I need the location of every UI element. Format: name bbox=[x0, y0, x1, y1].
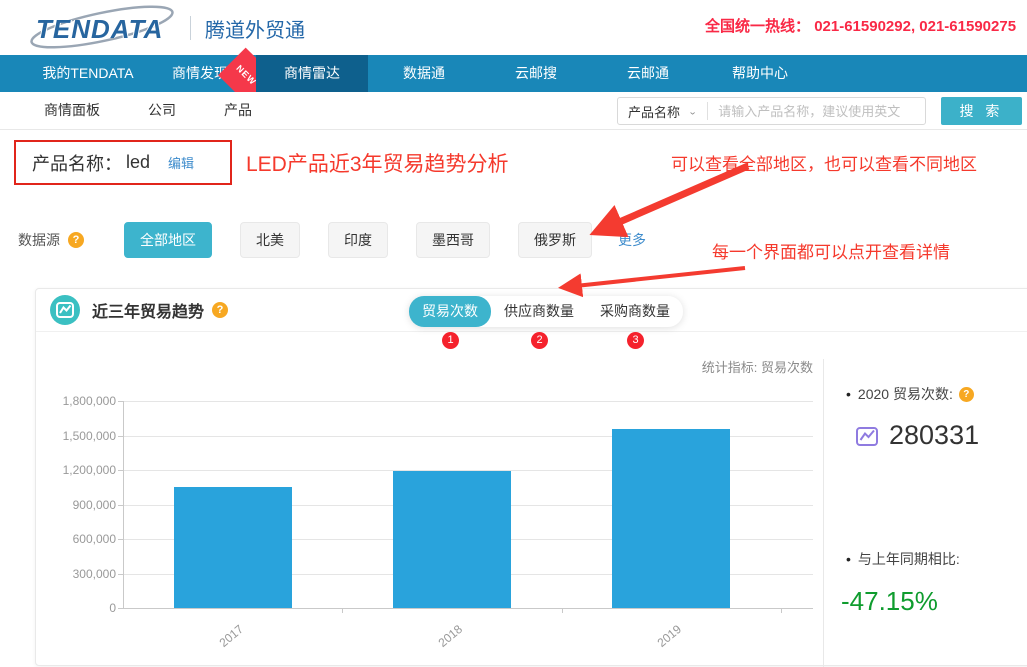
subnav-item-2[interactable]: 产品 bbox=[224, 92, 252, 129]
purple-chart-icon bbox=[854, 423, 880, 449]
annotation-detail-note: 每一个界面都可以点开查看详情 bbox=[712, 238, 950, 263]
y-axis-label: 0 bbox=[36, 601, 116, 615]
nav-item-1[interactable]: 商情发现NEW bbox=[144, 55, 256, 92]
y-axis-label: 300,000 bbox=[36, 567, 116, 581]
bullet-icon: • bbox=[846, 386, 851, 402]
region-button-1[interactable]: 北美 bbox=[240, 222, 300, 258]
hotline-label: 全国统一热线： bbox=[705, 18, 810, 35]
bullet-icon: • bbox=[846, 551, 851, 567]
subnav-item-0[interactable]: 商情面板 bbox=[44, 92, 100, 129]
arrow-to-more-link bbox=[601, 166, 748, 230]
region-button-0[interactable]: 全部地区 bbox=[124, 222, 212, 258]
product-name-value: led bbox=[126, 152, 150, 173]
y-axis-label: 900,000 bbox=[36, 498, 116, 512]
x-axis-label: 2019 bbox=[635, 622, 684, 666]
nav-item-2[interactable]: 商情雷达 bbox=[256, 55, 368, 92]
chevron-down-icon: ⌄ bbox=[688, 106, 697, 116]
current-stat-value: 280331 bbox=[889, 420, 979, 451]
search-category-label: 产品名称 bbox=[628, 102, 680, 121]
bar-2017[interactable] bbox=[174, 487, 292, 608]
y-axis-label: 1,200,000 bbox=[36, 463, 116, 477]
gridline bbox=[123, 401, 813, 402]
annotation-regions-note: 可以查看全部地区，也可以查看不同地区 bbox=[671, 150, 977, 175]
current-stat-line: • 2020 贸易次数: ? bbox=[846, 384, 974, 404]
product-name-box: 产品名称： led 编辑 bbox=[14, 140, 232, 185]
region-button-2[interactable]: 印度 bbox=[328, 222, 388, 258]
logo-text: TENDATA bbox=[36, 14, 163, 45]
datasource-label: 数据源 bbox=[18, 230, 60, 250]
edit-product-link[interactable]: 编辑 bbox=[168, 153, 194, 172]
bar-2019[interactable] bbox=[612, 429, 730, 608]
compare-stat-value: -47.15% bbox=[841, 586, 938, 617]
x-axis-label: 2017 bbox=[197, 622, 246, 666]
brand-divider bbox=[190, 16, 191, 40]
y-axis-label: 1,500,000 bbox=[36, 429, 116, 443]
region-button-3[interactable]: 墨西哥 bbox=[416, 222, 490, 258]
compare-stat-label: 与上年同期相比: bbox=[858, 549, 960, 569]
product-search-box: 产品名称 ⌄ bbox=[617, 97, 926, 125]
tendata-logo[interactable]: TENDATA bbox=[28, 5, 180, 51]
x-tick bbox=[342, 608, 343, 613]
search-input[interactable] bbox=[708, 104, 925, 119]
product-name-label: 产品名称： bbox=[32, 150, 122, 176]
bar-2018[interactable] bbox=[393, 471, 511, 608]
x-axis-label: 2018 bbox=[416, 622, 465, 666]
x-tick bbox=[781, 608, 782, 613]
app-header: TENDATA 腾道外贸通 全国统一热线： 021-61590292, 021-… bbox=[0, 0, 1027, 55]
y-tick bbox=[118, 608, 123, 609]
region-button-4[interactable]: 俄罗斯 bbox=[518, 222, 592, 258]
main-nav: 我的TENDATA商情发现NEW商情雷达数据通云邮搜云邮通帮助中心 bbox=[0, 55, 1027, 92]
nav-item-6[interactable]: 帮助中心 bbox=[704, 55, 816, 92]
panel-divider bbox=[823, 359, 824, 667]
help-icon[interactable]: ? bbox=[68, 232, 84, 248]
current-stat-value-row: 280331 bbox=[854, 420, 979, 451]
nav-item-5[interactable]: 云邮通 bbox=[592, 55, 704, 92]
sub-nav: 商情面板 公司 产品 产品名称 ⌄ 搜 索 bbox=[0, 92, 1027, 130]
annotation-headline: LED产品近3年贸易趋势分析 bbox=[246, 148, 509, 178]
current-stat-label: 2020 贸易次数: bbox=[858, 384, 953, 404]
arrow-to-tabs bbox=[566, 268, 745, 287]
y-axis-label: 600,000 bbox=[36, 532, 116, 546]
hotline-numbers: 021-61590292, 021-61590275 bbox=[814, 18, 1016, 35]
more-regions-link[interactable]: 更多 bbox=[618, 230, 646, 250]
gridline bbox=[123, 608, 813, 609]
search-category-select[interactable]: 产品名称 ⌄ bbox=[618, 102, 707, 121]
brand-name: 腾道外贸通 bbox=[205, 14, 305, 43]
y-axis-label: 1,800,000 bbox=[36, 394, 116, 408]
x-tick bbox=[562, 608, 563, 613]
datasource-filter-row: 数据源 ? 全部地区北美印度墨西哥俄罗斯 更多 bbox=[18, 222, 646, 258]
help-icon[interactable]: ? bbox=[959, 387, 974, 402]
trend-panel: 近三年贸易趋势 ? 贸易次数供应商数量采购商数量123 统计指标: 贸易次数 0… bbox=[35, 288, 1027, 666]
nav-item-4[interactable]: 云邮搜 bbox=[480, 55, 592, 92]
compare-stat-line: • 与上年同期相比: bbox=[846, 549, 960, 569]
nav-item-0[interactable]: 我的TENDATA bbox=[32, 55, 144, 92]
nav-item-3[interactable]: 数据通 bbox=[368, 55, 480, 92]
search-button[interactable]: 搜 索 bbox=[941, 97, 1022, 125]
subnav-item-1[interactable]: 公司 bbox=[148, 92, 176, 129]
hotline: 全国统一热线： 021-61590292, 021-61590275 bbox=[705, 15, 1016, 36]
y-axis-line bbox=[123, 401, 124, 608]
